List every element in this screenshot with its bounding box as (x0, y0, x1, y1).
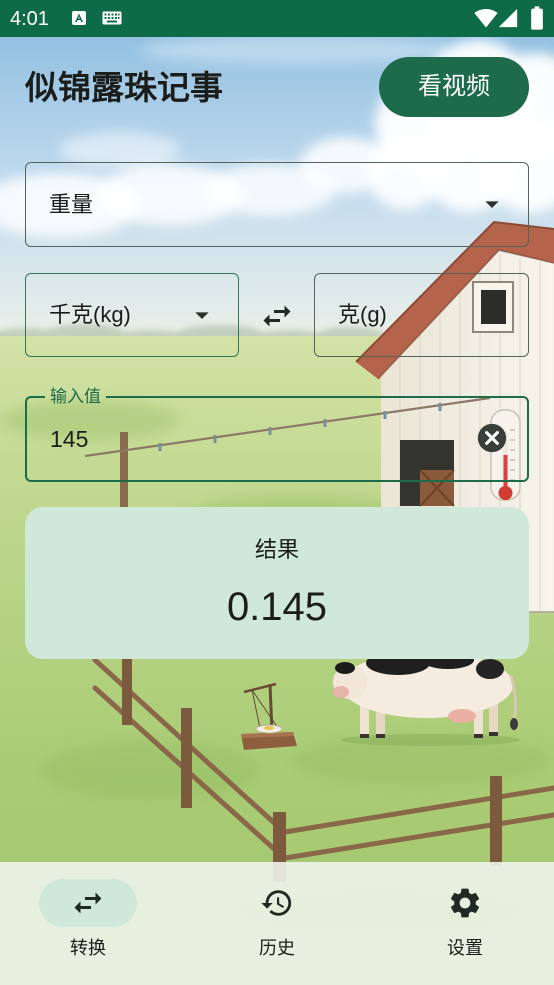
status-bar: 4:01 (0, 0, 554, 37)
signal-icon (498, 8, 518, 28)
nav-label-settings: 设置 (447, 938, 483, 958)
value-input[interactable] (50, 424, 460, 454)
nav-item-history[interactable]: 历史 (207, 862, 347, 985)
status-time: 4:01 (10, 8, 49, 30)
from-unit-dropdown[interactable]: 千克(kg) (25, 273, 239, 357)
value-input-label: 输入值 (50, 387, 101, 406)
bottom-navigation: 转换 历史 设置 (0, 862, 554, 985)
app-title: 似锦露珠记事 (25, 69, 223, 106)
converter-screen: 4:01 似锦露珠记事 看视频 重量 千克(kg) 克(g) 输入值 145 结… (0, 0, 554, 985)
history-icon (261, 890, 292, 916)
battery-icon (531, 6, 543, 30)
app-notification-icon (72, 11, 86, 25)
swap-units-icon[interactable] (259, 298, 295, 334)
arrow-drop-down-icon (195, 312, 209, 319)
keyboard-icon (102, 11, 122, 25)
clear-input-icon[interactable] (475, 421, 509, 455)
watch-video-button[interactable]: 看视频 (379, 57, 529, 117)
to-unit-selected-value: 克(g) (338, 302, 387, 327)
category-selected-value: 重量 (49, 191, 94, 217)
from-unit-selected-value: 千克(kg) (49, 302, 131, 327)
to-unit-dropdown[interactable]: 克(g) (314, 273, 529, 357)
swap-horiz-icon (74, 892, 102, 914)
category-dropdown[interactable]: 重量 (25, 162, 529, 247)
nav-item-convert[interactable]: 转换 (18, 862, 158, 985)
nav-label-history: 历史 (259, 938, 295, 958)
wifi-icon (474, 9, 498, 28)
arrow-drop-down-icon (485, 201, 499, 208)
result-label: 结果 (254, 537, 299, 562)
result-card: 结果 0.145 (25, 507, 529, 659)
nav-item-settings[interactable]: 设置 (395, 862, 535, 985)
settings-gear-icon (450, 888, 480, 918)
nav-label-convert: 转换 (70, 938, 106, 958)
result-value: 0.145 (226, 585, 328, 629)
farm-background-illustration (0, 36, 554, 985)
